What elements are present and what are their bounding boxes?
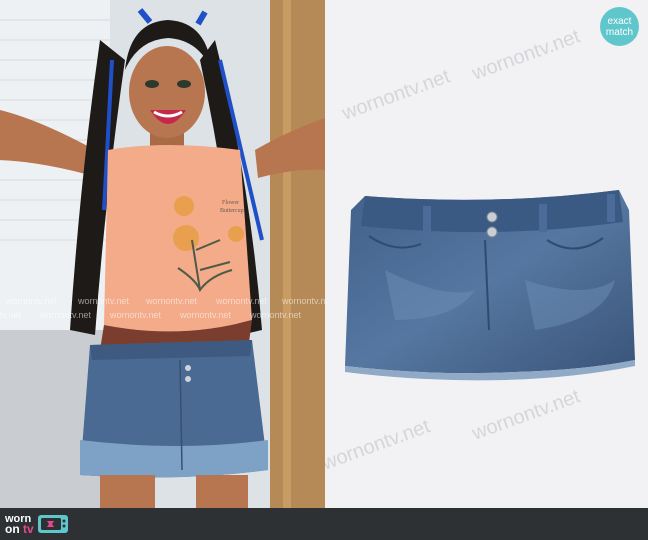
tv-icon bbox=[37, 515, 68, 533]
brand-logo[interactable]: worn on tv bbox=[5, 512, 69, 536]
product-image: wornontv.net wornontv.net wornontv.net w… bbox=[325, 0, 648, 508]
outfit-photo-illustration: Flower Buttercup bbox=[0, 0, 325, 508]
watermark: wornontv.net bbox=[468, 385, 583, 445]
watermark: wornontv.net bbox=[338, 65, 453, 125]
badge-line1: exact bbox=[607, 15, 632, 27]
footer-bar: worn on tv bbox=[0, 508, 648, 540]
brand-wordmark: worn on tv bbox=[5, 514, 34, 536]
watermark: wornontv.net bbox=[468, 25, 583, 85]
shirt-print-line1: Flower bbox=[222, 200, 239, 206]
badge-line2: match bbox=[605, 26, 634, 38]
brand-line2-accent: tv bbox=[23, 522, 34, 536]
exact-match-badge: exact match bbox=[600, 7, 639, 46]
brand-line2: on tv bbox=[5, 522, 34, 536]
denim-skirt-illustration: wornontv.net wornontv.net wornontv.net w… bbox=[325, 25, 635, 475]
watermark: wornontv.net bbox=[325, 415, 433, 475]
page: Flower Buttercup wornontv.net wornontv.n… bbox=[0, 0, 648, 540]
brand-line2-prefix: on bbox=[5, 522, 23, 536]
outfit-photo: Flower Buttercup wornontv.net wornontv.n… bbox=[0, 0, 325, 508]
shirt-print-line2: Buttercup bbox=[220, 208, 244, 214]
